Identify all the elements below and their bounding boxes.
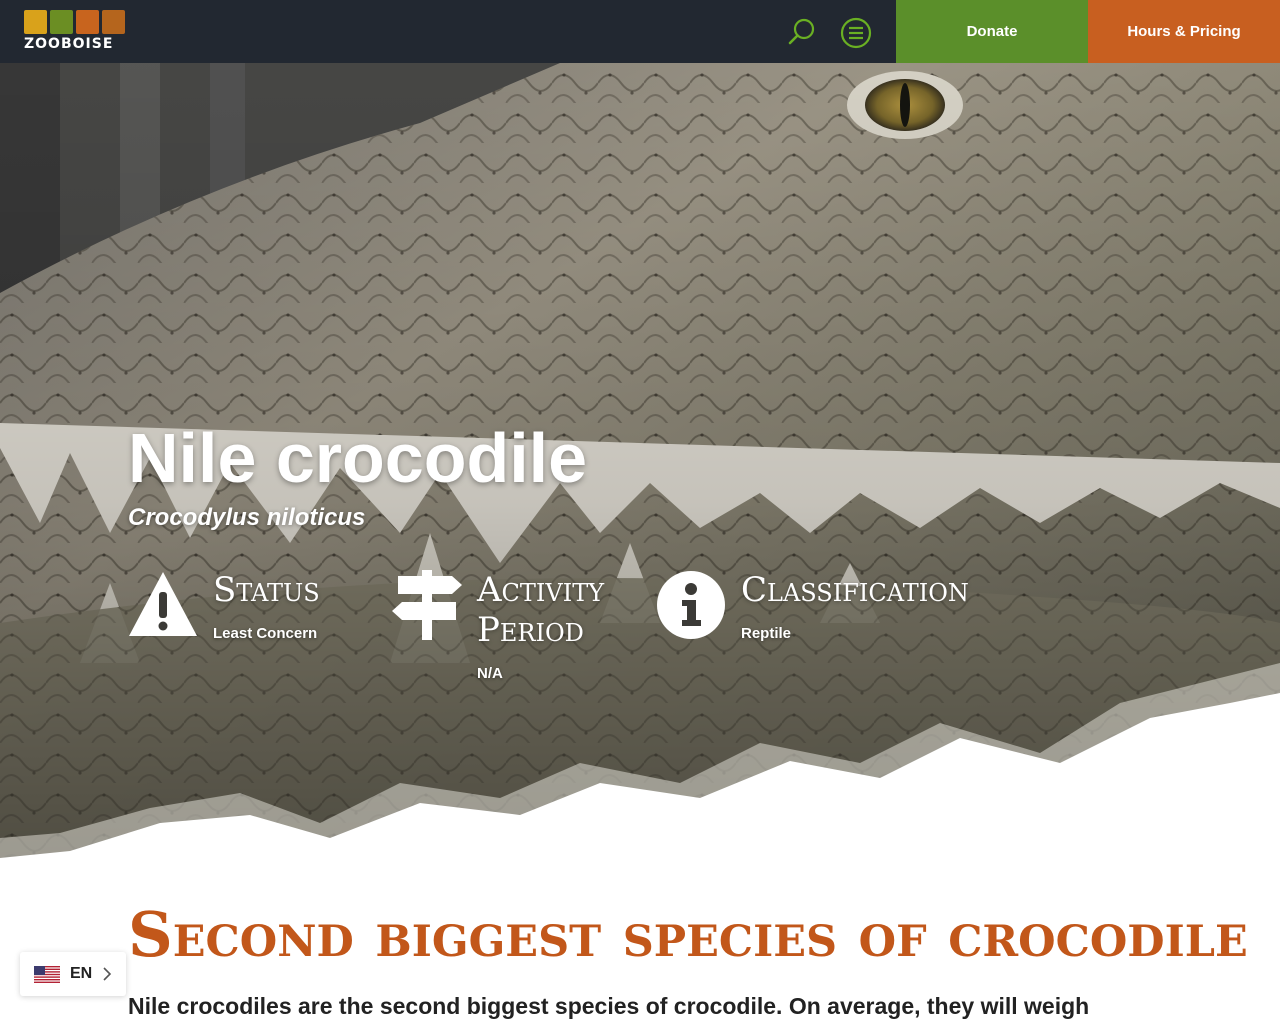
section-heading: Second biggest species of crocodile	[128, 898, 1248, 971]
search-icon	[788, 18, 815, 45]
menu-icon	[840, 17, 872, 49]
language-selector[interactable]: EN	[20, 952, 126, 996]
search-button[interactable]	[787, 17, 817, 47]
menu-button[interactable]	[840, 17, 872, 49]
fact-heading: Classification	[741, 570, 969, 610]
fact-heading: Activity Period	[477, 570, 605, 650]
fact-list: Status Least Concern Activity Period N/A	[128, 570, 1128, 710]
info-icon	[657, 571, 725, 639]
chevron-right-icon	[103, 967, 112, 981]
fact-heading: Status	[213, 570, 320, 610]
animal-name-title: Nile crocodile	[128, 419, 588, 497]
site-header: ZOOBOISE Donate Hours & Pricing	[0, 0, 1280, 63]
fact-value: N/A	[477, 665, 503, 682]
logo-animal-icons	[24, 10, 126, 34]
section-paragraph: Nile crocodiles are the second biggest s…	[128, 993, 1090, 1019]
us-flag-icon	[34, 965, 60, 983]
language-code: EN	[70, 965, 93, 982]
fact-value: Least Concern	[213, 625, 318, 642]
signpost-icon	[392, 570, 462, 640]
donate-button[interactable]: Donate	[896, 0, 1088, 63]
zoo-boise-logo[interactable]: ZOOBOISE	[24, 10, 126, 54]
fact-value: Reptile	[741, 625, 792, 642]
logo-text: ZOOBOISE	[24, 36, 114, 52]
hero-content: Nile crocodile Crocodylus niloticus Stat…	[128, 419, 1128, 682]
hours-pricing-button[interactable]: Hours & Pricing	[1088, 0, 1280, 63]
hero-section: Nile crocodile Crocodylus niloticus Stat…	[0, 63, 1280, 863]
warning-icon	[129, 572, 197, 636]
scientific-name: Crocodylus niloticus	[128, 504, 366, 531]
